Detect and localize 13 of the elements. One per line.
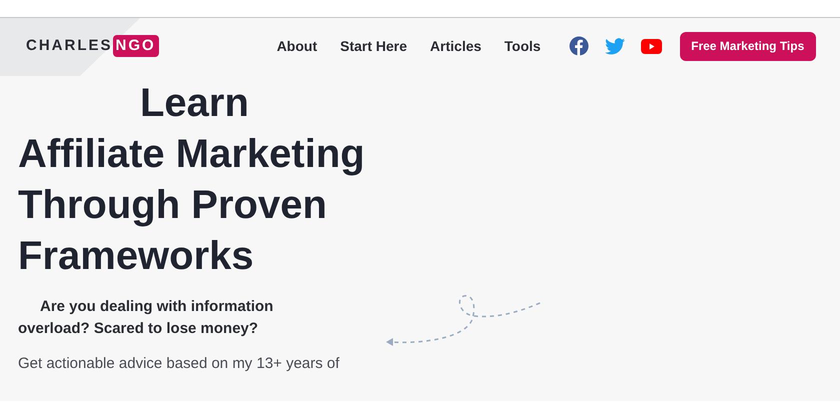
free-marketing-tips-button[interactable]: Free Marketing Tips: [680, 32, 816, 60]
play-button-icon[interactable]: [640, 38, 662, 54]
nav-link[interactable]: About: [276, 36, 318, 56]
bird-icon[interactable]: [604, 38, 625, 54]
logo-badge: NGO: [112, 35, 159, 57]
nav-link[interactable]: Tools: [504, 36, 541, 56]
hero-text: Get actionable advice based on my 13+ years of: [18, 354, 340, 374]
nav-link[interactable]: Start Here: [340, 36, 408, 56]
hero-heading: Learn Affiliate Marketing Through Proven Frameworks: [18, 80, 366, 280]
nav-link[interactable]: Articles: [430, 36, 482, 56]
logo-text: CHARLES: [26, 36, 113, 56]
facebook-icon[interactable]: [568, 36, 589, 56]
hero-subheading: Are you dealing with information overload? Scared to lose money?: [18, 297, 274, 339]
